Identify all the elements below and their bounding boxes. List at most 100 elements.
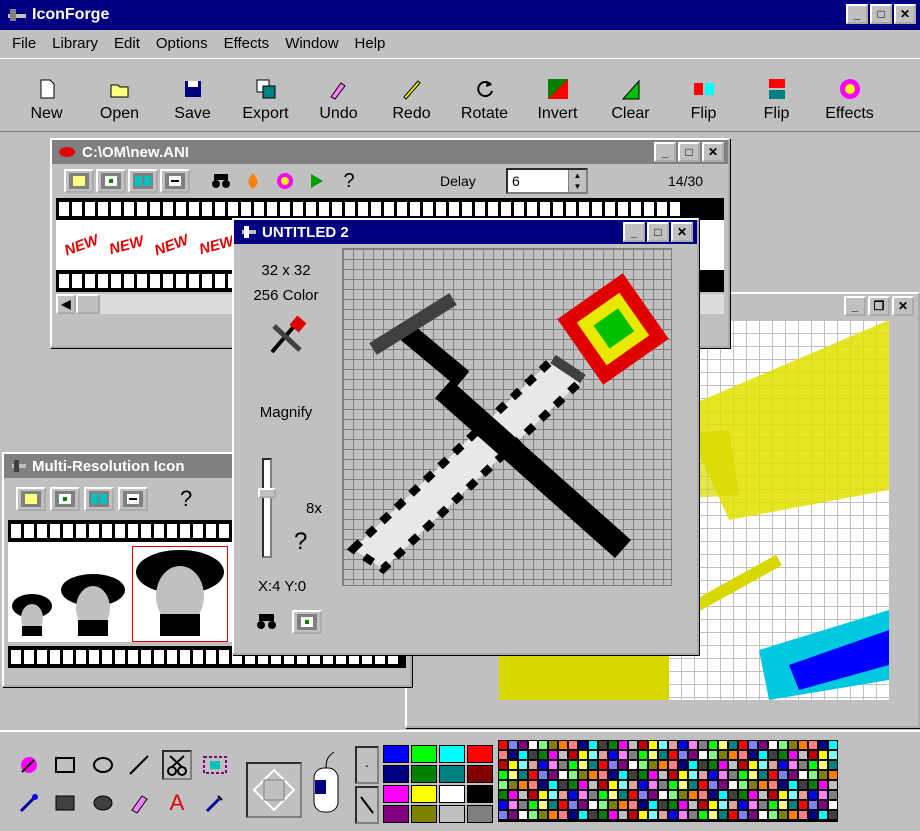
cut-tool[interactable] <box>162 750 192 780</box>
extended-palette-swatch[interactable] <box>508 800 518 810</box>
extended-palette-swatch[interactable] <box>558 800 568 810</box>
extended-palette-swatch[interactable] <box>548 800 558 810</box>
extended-palette-swatch[interactable] <box>588 790 598 800</box>
extended-palette-swatch[interactable] <box>738 740 748 750</box>
delay-spin-arrows[interactable]: ▲ ▼ <box>568 170 586 192</box>
extended-palette-swatch[interactable] <box>618 780 628 790</box>
palette-swatch[interactable] <box>467 765 493 783</box>
extended-palette-swatch[interactable] <box>568 760 578 770</box>
color-picker-tool[interactable] <box>14 750 44 780</box>
extended-palette-swatch[interactable] <box>768 810 778 820</box>
extended-palette-swatch[interactable] <box>608 770 618 780</box>
extended-palette-swatch[interactable] <box>578 810 588 820</box>
extended-palette-swatch[interactable] <box>498 780 508 790</box>
extended-palette-swatch[interactable] <box>728 810 738 820</box>
extended-palette-swatch[interactable] <box>728 780 738 790</box>
extended-palette-swatch[interactable] <box>738 770 748 780</box>
extended-palette-swatch[interactable] <box>608 760 618 770</box>
extended-palette-swatch[interactable] <box>738 810 748 820</box>
extended-palette-swatch[interactable] <box>568 810 578 820</box>
extended-palette-swatch[interactable] <box>738 780 748 790</box>
extended-palette-swatch[interactable] <box>748 780 758 790</box>
extended-palette-swatch[interactable] <box>568 800 578 810</box>
extended-palette-swatch[interactable] <box>808 800 818 810</box>
extended-palette-swatch[interactable] <box>568 750 578 760</box>
extended-palette-swatch[interactable] <box>518 740 528 750</box>
palette-swatch[interactable] <box>439 805 465 823</box>
ani-frame[interactable]: NEW <box>197 232 235 257</box>
extended-palette-swatch[interactable] <box>748 740 758 750</box>
extended-palette-swatch[interactable] <box>778 770 788 780</box>
extended-palette-swatch[interactable] <box>528 740 538 750</box>
extended-palette-swatch[interactable] <box>638 810 648 820</box>
editor-close-button[interactable]: ✕ <box>671 222 693 242</box>
extended-palette-swatch[interactable] <box>758 740 768 750</box>
extended-palette-swatch[interactable] <box>688 770 698 780</box>
line-tool[interactable] <box>124 750 154 780</box>
extended-palette-swatch[interactable] <box>738 750 748 760</box>
extended-palette-swatch[interactable] <box>528 770 538 780</box>
extended-palette-swatch[interactable] <box>728 760 738 770</box>
extended-palette-swatch[interactable] <box>618 790 628 800</box>
palette-swatch[interactable] <box>439 745 465 763</box>
extended-palette-swatch[interactable] <box>718 810 728 820</box>
extended-palette-swatch[interactable] <box>668 740 678 750</box>
multi-help-button[interactable]: ? <box>180 486 192 512</box>
extended-palette-swatch[interactable] <box>508 770 518 780</box>
extended-palette-swatch[interactable] <box>788 790 798 800</box>
extended-palette-swatch[interactable] <box>538 790 548 800</box>
extended-palette-swatch[interactable] <box>748 810 758 820</box>
dropper-tool[interactable] <box>14 788 44 818</box>
extended-palette-swatch[interactable] <box>558 760 568 770</box>
extended-palette-swatch[interactable] <box>638 780 648 790</box>
extended-palette-swatch[interactable] <box>618 750 628 760</box>
extended-palette-swatch[interactable] <box>728 770 738 780</box>
extended-palette-swatch[interactable] <box>738 760 748 770</box>
extended-palette-swatch[interactable] <box>788 770 798 780</box>
extended-palette-swatch[interactable] <box>728 750 738 760</box>
scroll-left-arrow-icon[interactable]: ◀ <box>56 294 76 314</box>
extended-palette-swatch[interactable] <box>828 770 838 780</box>
extended-palette-swatch[interactable] <box>678 770 688 780</box>
palette-swatch[interactable] <box>383 785 409 803</box>
extended-palette-swatch[interactable] <box>828 780 838 790</box>
extended-palette-swatch[interactable] <box>808 790 818 800</box>
portrait-large-image[interactable] <box>132 546 228 642</box>
extended-palette-swatch[interactable] <box>498 810 508 820</box>
extended-palette-swatch[interactable] <box>518 810 528 820</box>
extended-palette-swatch[interactable] <box>628 760 638 770</box>
extended-palette-swatch[interactable] <box>578 750 588 760</box>
extended-palette-swatch[interactable] <box>808 760 818 770</box>
extended-palette-swatch[interactable] <box>788 780 798 790</box>
ani-minimize-button[interactable]: _ <box>654 142 676 162</box>
extended-palette-swatch[interactable] <box>638 740 648 750</box>
filled-ellipse-tool[interactable] <box>88 788 118 818</box>
extended-palette-swatch[interactable] <box>558 750 568 760</box>
extended-palette-swatch[interactable] <box>508 750 518 760</box>
extended-palette-swatch[interactable] <box>658 740 668 750</box>
extended-palette-swatch[interactable] <box>828 790 838 800</box>
extended-palette-swatch[interactable] <box>798 810 808 820</box>
extended-palette-swatch[interactable] <box>698 760 708 770</box>
extended-palette-swatch[interactable] <box>818 790 828 800</box>
palette-swatch[interactable] <box>383 765 409 783</box>
extended-palette-swatch[interactable] <box>748 750 758 760</box>
extended-palette-swatch[interactable] <box>578 780 588 790</box>
extended-palette-swatch[interactable] <box>618 760 628 770</box>
extended-palette-swatch[interactable] <box>668 760 678 770</box>
extended-palette-swatch[interactable] <box>698 740 708 750</box>
extended-palette-swatch[interactable] <box>688 810 698 820</box>
palette-swatch[interactable] <box>411 765 437 783</box>
extended-palette-swatch[interactable] <box>638 800 648 810</box>
extended-palette-swatch[interactable] <box>538 740 548 750</box>
ani-frame[interactable]: NEW <box>152 231 191 259</box>
ani-maximize-button[interactable]: □ <box>678 142 700 162</box>
export-button[interactable]: Export <box>229 59 302 129</box>
extended-palette-swatch[interactable] <box>748 760 758 770</box>
extended-palette-swatch[interactable] <box>718 790 728 800</box>
flip-vertical-button[interactable]: Flip <box>740 59 813 129</box>
multi-frame-delete-button[interactable] <box>118 487 148 511</box>
extended-palette-swatch[interactable] <box>768 750 778 760</box>
extended-palette-swatch[interactable] <box>498 740 508 750</box>
extended-palette-swatch[interactable] <box>768 780 778 790</box>
